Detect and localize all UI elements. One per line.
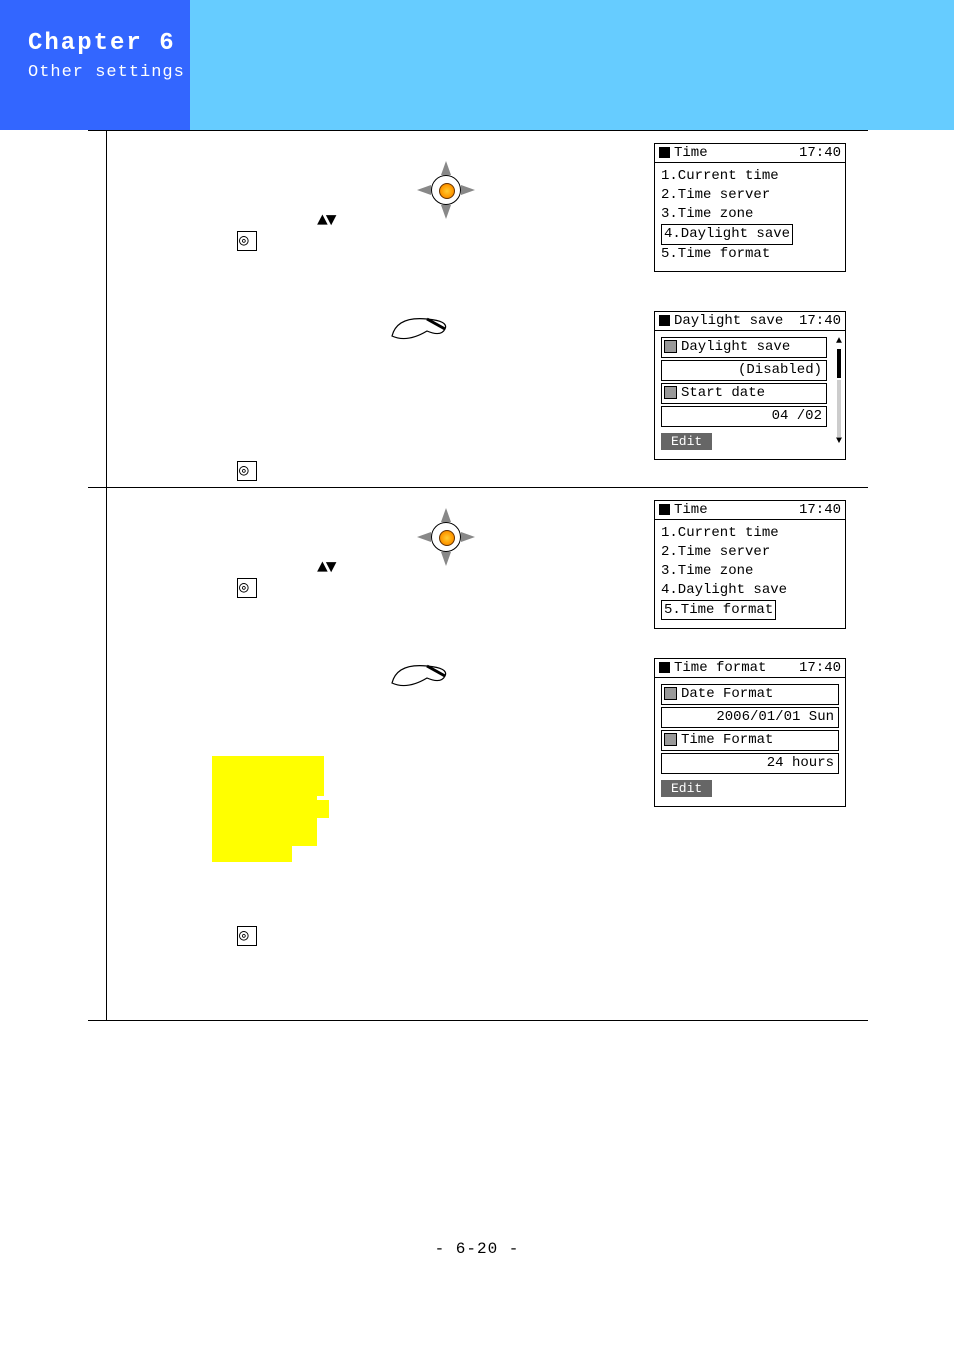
section-time-format: ▲▼ Time 17:40 1.Current time 2.Time serv… xyxy=(106,488,868,1020)
field-value: 04 /02 xyxy=(661,406,827,427)
panel-title: Time xyxy=(659,502,708,518)
field-value: 2006/01/01 Sun xyxy=(661,707,839,728)
chapter-title: Chapter 6 xyxy=(28,30,190,57)
updown-arrows-icon: ▲▼ xyxy=(317,211,335,231)
screen-time-format: Time format 17:40 Date Format 2006/01/01… xyxy=(654,658,846,807)
menu-item-selected[interactable]: 5.Time format xyxy=(661,600,776,621)
field-time-format[interactable]: Time Format xyxy=(661,730,839,751)
panel-clock: 17:40 xyxy=(799,145,841,161)
scroll-down-icon: ▼ xyxy=(836,437,842,447)
highlight-block xyxy=(212,846,292,862)
panel-title: Time xyxy=(659,145,708,161)
field-daylight-save[interactable]: Daylight save xyxy=(661,337,827,358)
note-icon xyxy=(237,926,257,946)
page-number: - 6-20 - xyxy=(0,1240,954,1258)
panel-header: Time 17:40 xyxy=(655,144,845,163)
edit-button[interactable]: Edit xyxy=(661,433,712,451)
highlight-block xyxy=(317,756,324,796)
menu-item[interactable]: 5.Time format xyxy=(661,245,839,264)
scrollbar[interactable]: ▲ ▼ xyxy=(836,337,842,447)
chapter-subtitle: Other settings xyxy=(28,63,190,82)
menu-item[interactable]: 4.Daylight save xyxy=(661,581,839,600)
panel-body: Date Format 2006/01/01 Sun Time Format 2… xyxy=(655,678,845,806)
panel-clock: 17:40 xyxy=(799,660,841,676)
panel-title: Daylight save xyxy=(659,313,783,329)
menu-item[interactable]: 2.Time server xyxy=(661,186,839,205)
pen-icon xyxy=(387,658,451,698)
checkbox-icon xyxy=(664,733,677,746)
menu-item-selected[interactable]: 4.Daylight save xyxy=(661,224,793,245)
menu-item[interactable]: 1.Current time xyxy=(661,524,839,543)
panel-clock: 17:40 xyxy=(799,502,841,518)
pen-icon xyxy=(387,311,451,351)
field-start-date[interactable]: Start date xyxy=(661,383,827,404)
target-icon xyxy=(417,161,475,219)
field-date-format[interactable]: Date Format xyxy=(661,684,839,705)
section-daylight-save: ▲▼ Time 17:40 1.Current time 2.Time serv… xyxy=(106,131,868,488)
menu-item[interactable]: 1.Current time xyxy=(661,167,839,186)
page-header: Chapter 6 Other settings xyxy=(0,0,954,130)
checkbox-icon xyxy=(664,687,677,700)
panel-header: Time format 17:40 xyxy=(655,659,845,678)
scroll-up-icon: ▲ xyxy=(836,337,842,347)
updown-arrows-icon: ▲▼ xyxy=(317,558,335,578)
menu-item[interactable]: 2.Time server xyxy=(661,543,839,562)
panel-clock: 17:40 xyxy=(799,313,841,329)
screen-daylight-save: Daylight save 17:40 Daylight save (Disab… xyxy=(654,311,846,460)
note-icon xyxy=(237,461,257,481)
screen-time-menu: Time 17:40 1.Current time 2.Time server … xyxy=(654,500,846,629)
panel-body: 1.Current time 2.Time server 3.Time zone… xyxy=(655,163,845,271)
panel-title: Time format xyxy=(659,660,766,676)
panel-header: Daylight save 17:40 xyxy=(655,312,845,331)
field-value: (Disabled) xyxy=(661,360,827,381)
checkbox-icon xyxy=(664,340,677,353)
note-icon xyxy=(237,578,257,598)
chapter-block: Chapter 6 Other settings xyxy=(0,0,190,130)
checkbox-icon xyxy=(664,386,677,399)
content-frame: ▲▼ Time 17:40 1.Current time 2.Time serv… xyxy=(88,130,868,1021)
highlight-block xyxy=(317,800,329,818)
field-value: 24 hours xyxy=(661,753,839,774)
note-icon xyxy=(237,231,257,251)
screen-time-menu: Time 17:40 1.Current time 2.Time server … xyxy=(654,143,846,272)
panel-body: Daylight save (Disabled) Start date 04 /… xyxy=(655,331,845,459)
menu-item[interactable]: 3.Time zone xyxy=(661,562,839,581)
panel-body: 1.Current time 2.Time server 3.Time zone… xyxy=(655,520,845,628)
menu-item[interactable]: 3.Time zone xyxy=(661,205,839,224)
highlight-block xyxy=(212,756,317,846)
panel-header: Time 17:40 xyxy=(655,501,845,520)
edit-button[interactable]: Edit xyxy=(661,780,712,798)
target-icon xyxy=(417,508,475,566)
